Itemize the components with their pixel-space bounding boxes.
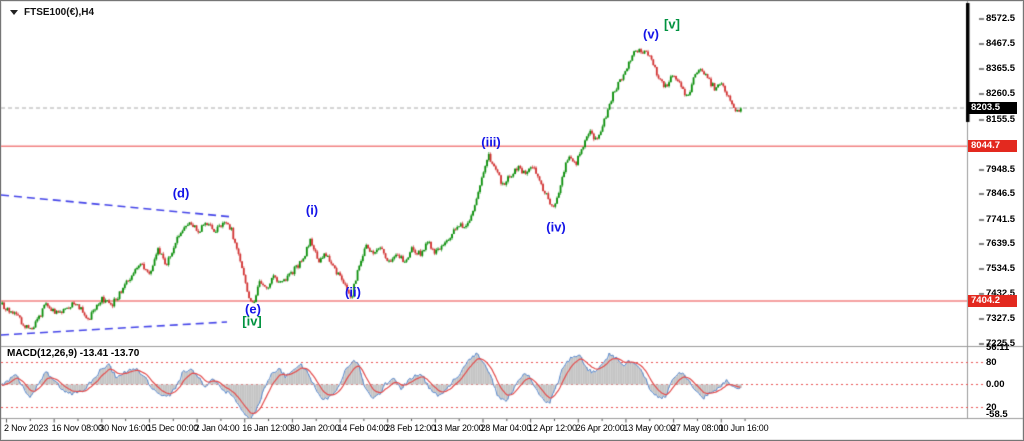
price-tick-label: 7327.5 — [986, 314, 1015, 324]
wave-label: [iv] — [242, 314, 262, 329]
wave-label: (iii) — [481, 135, 501, 150]
wave-label: (iv) — [546, 220, 566, 235]
time-tick-label: 2 Jan 04:00 — [195, 423, 240, 433]
price-tick-label: 8572.5 — [986, 14, 1015, 24]
price-tick-label: 8260.5 — [986, 89, 1015, 99]
macd-indicator-label: MACD(12,26,9) -13.41 -13.70 — [7, 348, 139, 359]
dropdown-triangle-icon[interactable] — [10, 10, 18, 15]
price-tick-label: 7534.5 — [986, 264, 1015, 274]
wave-label: (ii) — [345, 285, 361, 300]
price-tick-label: 7846.5 — [986, 189, 1015, 199]
time-tick-label: 13 Mar 20:00 — [433, 423, 484, 433]
time-tick-label: 28 Feb 12:00 — [385, 423, 436, 433]
time-tick-label: 16 Nov 08:00 — [52, 423, 103, 433]
price-tick-label: 8365.5 — [986, 64, 1015, 74]
time-tick-label: 10 Jun 16:00 — [719, 423, 769, 433]
wave-label: (d) — [173, 186, 190, 201]
time-tick-label: 15 Dec 00:00 — [147, 423, 198, 433]
price-tick-label: 8467.5 — [986, 39, 1015, 49]
symbol-title-bar: FTSE100(€),H4 — [10, 7, 94, 18]
time-tick-label: 12 Apr 12:00 — [528, 423, 577, 433]
wave-label: (i) — [306, 203, 318, 218]
time-tick-label: 2 Nov 2023 — [4, 423, 48, 433]
chart-window: FTSE100(€),H4 MACD(12,26,9) -13.41 -13.7… — [0, 0, 1024, 441]
time-tick-label: 13 May 00:00 — [623, 423, 675, 433]
macd-range-label: 56.11 — [986, 343, 1009, 353]
macd-level-label: 0.00 — [986, 380, 1005, 390]
price-tick-label: 8155.5 — [986, 115, 1015, 125]
wave-label: [v] — [664, 17, 680, 32]
time-tick-label: 30 Jan 20:00 — [290, 423, 340, 433]
symbol-timeframe-label: FTSE100(€),H4 — [24, 7, 94, 18]
price-tick-label: 7948.5 — [986, 165, 1015, 175]
price-tick-label: 7639.5 — [986, 239, 1015, 249]
time-tick-label: 28 Mar 04:00 — [481, 423, 532, 433]
bid-price-badge[interactable]: 8203.5 — [968, 102, 1017, 114]
price-tick-label: 7741.5 — [986, 215, 1015, 225]
time-tick-label: 30 Nov 16:00 — [99, 423, 150, 433]
wave-label: (v) — [643, 27, 659, 42]
chart-canvas[interactable] — [1, 1, 1024, 441]
macd-level-label: 80 — [986, 358, 997, 368]
time-tick-label: 27 May 08:00 — [671, 423, 723, 433]
time-tick-label: 14 Feb 04:00 — [338, 423, 389, 433]
time-tick-label: 16 Jan 12:00 — [242, 423, 292, 433]
level-price-badge[interactable]: 8044.7 — [968, 140, 1017, 152]
time-tick-label: 26 Apr 20:00 — [576, 423, 625, 433]
macd-range-label: -58.5 — [986, 410, 1008, 420]
level-price-badge[interactable]: 7404.2 — [968, 295, 1017, 307]
